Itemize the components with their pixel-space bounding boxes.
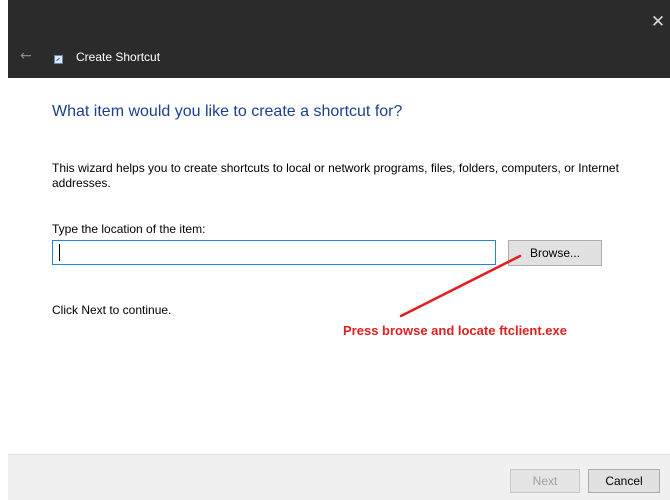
annotation-arrow xyxy=(399,254,522,318)
cancel-button[interactable]: Cancel xyxy=(588,469,660,493)
next-button[interactable]: Next xyxy=(510,469,580,493)
wizard-footer: Next Cancel xyxy=(8,454,670,500)
